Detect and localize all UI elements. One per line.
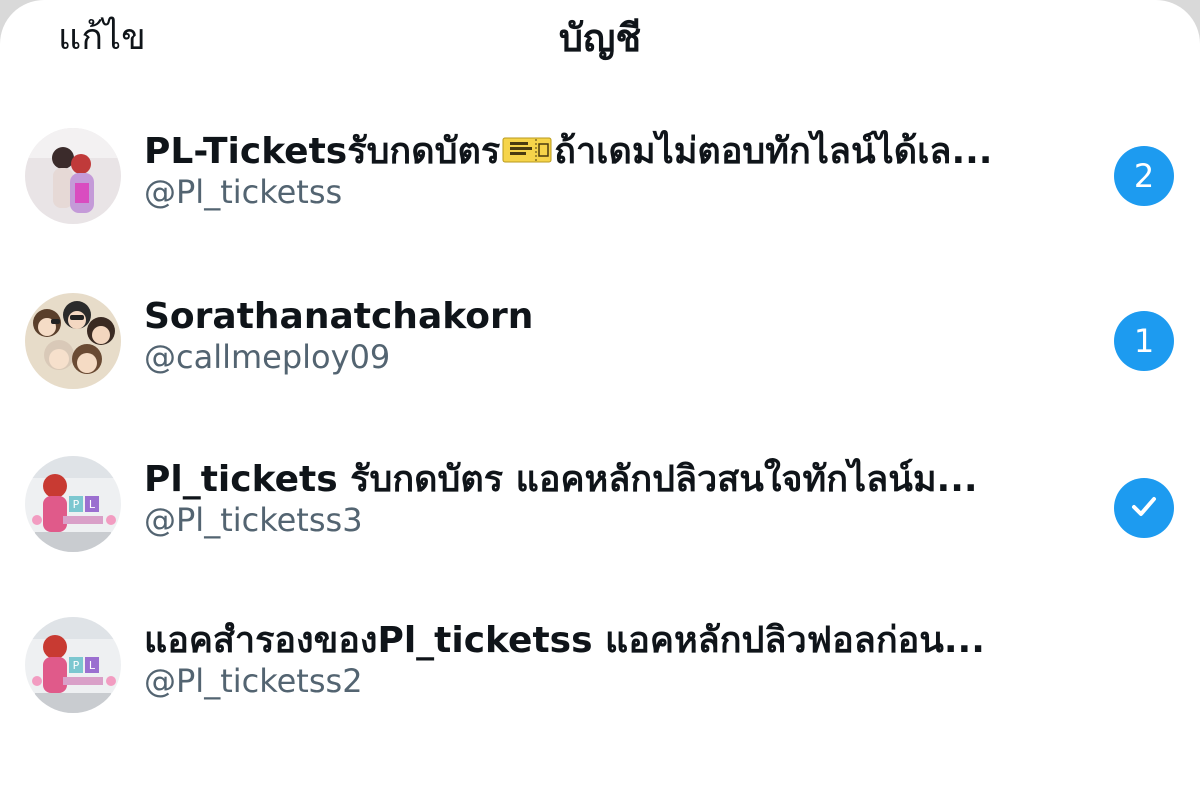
avatar (25, 128, 121, 224)
selected-checkmark-badge (1114, 478, 1174, 538)
avatar: P L (25, 456, 121, 552)
account-row[interactable]: P L แอคสำรองของPl_ticketss แอคหลักปลิวฟอ… (0, 617, 1200, 757)
account-switcher-sheet: แก้ไข บัญชี PL-Ticketsรับกดบัตร ถ้าเดมไม่… (0, 0, 1200, 800)
checkmark-icon (1132, 497, 1156, 516)
account-name: Sorathanatchakorn (144, 296, 534, 337)
svg-text:L: L (89, 659, 96, 672)
svg-text:P: P (73, 659, 80, 672)
account-handle: @Pl_ticketss3 (144, 501, 363, 539)
account-handle: @Pl_ticketss (144, 173, 343, 211)
avatar: P L (25, 617, 121, 713)
avatar (25, 293, 121, 389)
svg-text:L: L (89, 498, 96, 511)
account-row[interactable]: PL-Ticketsรับกดบัตร ถ้าเดมไม่ตอบทักไลน์ได… (0, 128, 1200, 268)
account-name-text: PL-Ticketsรับกดบัตร (144, 131, 501, 172)
account-handle: @callmeploy09 (144, 338, 391, 376)
notification-badge: 1 (1114, 311, 1174, 371)
header: แก้ไข บัญชี (0, 0, 1200, 80)
page-title: บัญชี (558, 16, 642, 60)
ticket-emoji (502, 130, 552, 163)
notification-badge: 2 (1114, 146, 1174, 206)
account-name: PL-Ticketsรับกดบัตร ถ้าเดมไม่ตอบทักไลน์ได… (144, 128, 1064, 176)
account-name: Pl_tickets รับกดบัตร แอคหลักปลิวสนใจทักไ… (144, 459, 978, 500)
svg-text:P: P (73, 498, 80, 511)
account-row[interactable]: Sorathanatchakorn @callmeploy09 1 (0, 293, 1200, 433)
account-row[interactable]: P L Pl_tickets รับกดบัตร แอคหลักปลิวสนใจ… (0, 456, 1200, 596)
account-handle: @Pl_ticketss2 (144, 662, 363, 700)
account-name: แอคสำรองของPl_ticketss แอคหลักปลิวฟอลก่อ… (144, 620, 985, 661)
account-name-suffix: ถ้าเดมไม่ตอบทักไลน์ได้เล... (554, 131, 993, 172)
